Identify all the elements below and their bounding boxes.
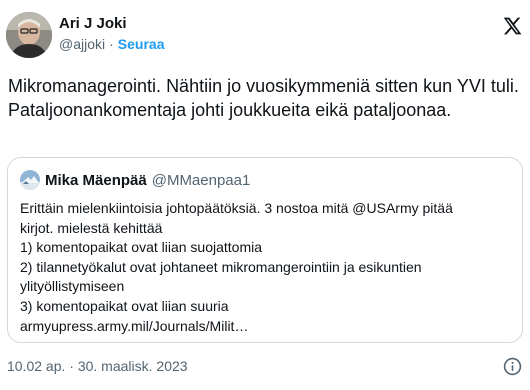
quoted-text-line: 1) komentopaikat ovat liian suojattomia: [20, 239, 263, 256]
author-handle-row: @ajjoki · Seuraa: [59, 35, 165, 54]
x-logo-icon[interactable]: [502, 16, 522, 36]
quoted-text-line: ylityöllistymiseen: [20, 278, 125, 295]
author-info: Ari J Joki @ajjoki · Seuraa: [59, 14, 165, 54]
quoted-link: armyupress.army.mil/Journals/Milit…: [20, 317, 249, 334]
quoted-author-name: Mika Mäenpää: [45, 171, 147, 189]
quoted-tweet[interactable]: Mika Mäenpää @MMaenpaa1 Erittäin mielenk…: [7, 157, 523, 343]
quoted-text-line: kirjot. mielestä kehittää: [20, 219, 163, 236]
tweet-text: Mikromanagerointi. Nähtiin jo vuosikymme…: [8, 76, 524, 120]
tweet-timestamp[interactable]: 10.02 ap. · 30. maalisk. 2023: [7, 358, 188, 374]
author-display-name[interactable]: Ari J Joki: [59, 14, 165, 34]
quoted-tweet-text: Erittäin mielenkiintoisia johtopäätöksiä…: [20, 199, 510, 336]
author-avatar[interactable]: [6, 12, 52, 58]
quoted-tweet-header: Mika Mäenpää @MMaenpaa1: [20, 170, 250, 190]
separator-dot: ·: [109, 36, 114, 52]
quoted-text-line: 2) tilannetyökalut ovat johtaneet mikrom…: [20, 258, 422, 275]
follow-button[interactable]: Seuraa: [118, 36, 165, 52]
tweet-card: Ari J Joki @ajjoki · Seuraa Mikromanageroi…: [0, 0, 530, 390]
quoted-author-handle: @MMaenpaa1: [151, 171, 251, 189]
quoted-author-avatar: [20, 170, 40, 190]
info-icon[interactable]: [503, 357, 522, 376]
author-handle[interactable]: @ajjoki: [59, 36, 105, 52]
quoted-text-line: 3) komentopaikat ovat liian suuria: [20, 297, 229, 314]
quoted-text-line: Erittäin mielenkiintoisia johtopäätöksiä…: [20, 200, 453, 216]
